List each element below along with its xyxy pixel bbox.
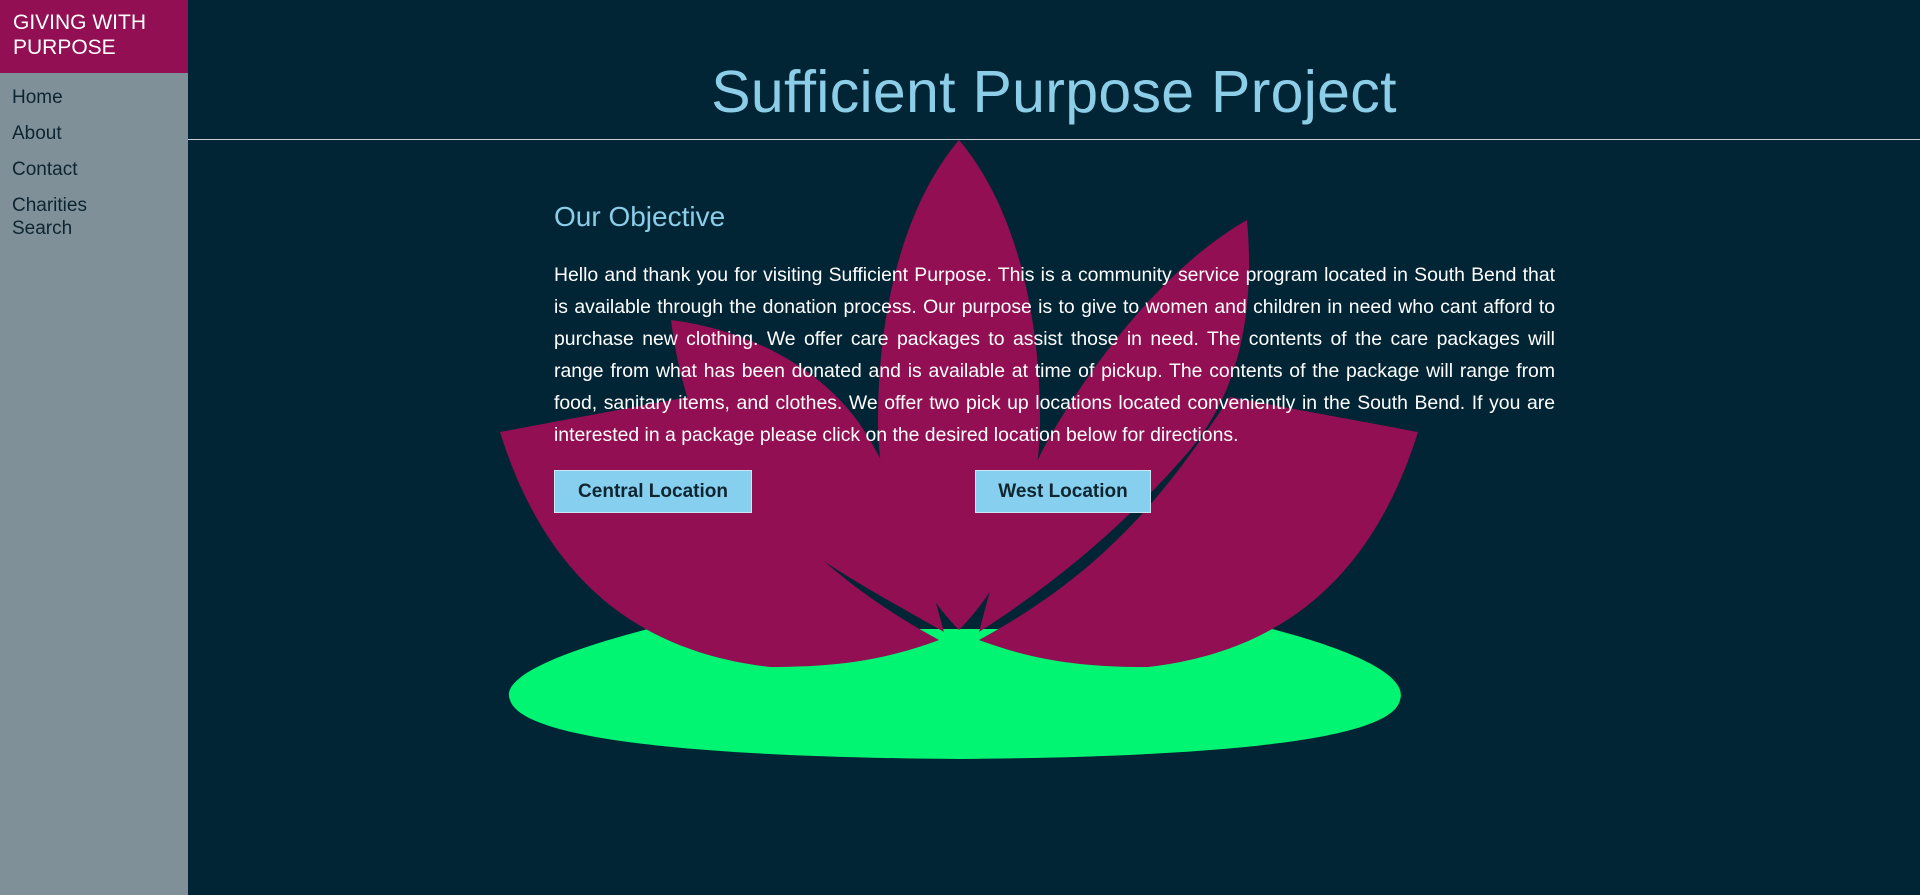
location-buttons: Central Location West Location	[554, 470, 1555, 514]
brand-logo[interactable]: GIVING WITH PURPOSE	[0, 0, 188, 73]
nav-item-contact[interactable]: Contact	[0, 145, 188, 181]
section-title: Our Objective	[554, 201, 726, 232]
main-content: Sufficient Purpose Project Our Objective…	[188, 0, 1920, 895]
sidebar: GIVING WITH PURPOSE Home About Contact C…	[0, 0, 188, 895]
page-title: Sufficient Purpose Project	[711, 59, 1397, 125]
nav-item-about[interactable]: About	[0, 109, 188, 145]
lily-pad-shape	[508, 629, 1401, 759]
page-header: Sufficient Purpose Project	[188, 0, 1920, 140]
nav-item-charities-search[interactable]: Charities Search	[0, 181, 120, 240]
west-location-button[interactable]: West Location	[975, 470, 1151, 513]
objective-section: Our Objective Hello and thank you for vi…	[554, 200, 1555, 514]
nav-item-home[interactable]: Home	[0, 73, 188, 109]
central-location-button[interactable]: Central Location	[554, 470, 752, 513]
intro-paragraph: Hello and thank you for visiting Suffici…	[554, 264, 1555, 446]
